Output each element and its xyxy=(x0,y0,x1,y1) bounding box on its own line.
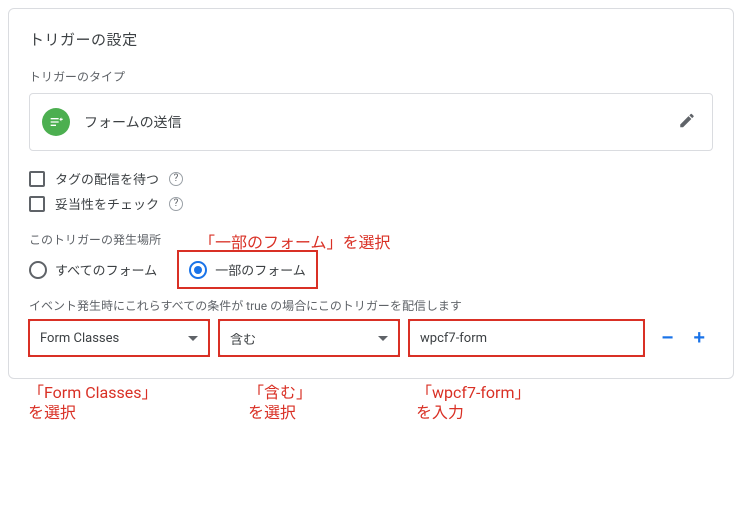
condition-row-wrap: Form Classes 含む wpcf7-form − + xyxy=(29,320,713,356)
form-submit-icon xyxy=(42,108,70,136)
trigger-type-name: フォームの送信 xyxy=(84,112,182,132)
radio-all-forms[interactable]: すべてのフォーム xyxy=(29,260,157,279)
condition-value-input[interactable]: wpcf7-form xyxy=(409,320,644,356)
radio-icon xyxy=(189,261,207,279)
radio-icon xyxy=(29,261,47,279)
help-icon[interactable]: ? xyxy=(169,172,183,186)
trigger-config-card: トリガーの設定 トリガーのタイプ フォームの送信 タグの配信を待つ ? 妥当性を… xyxy=(8,8,734,379)
radio-some-forms-label: 一部のフォーム xyxy=(215,260,306,279)
radio-all-forms-label: すべてのフォーム xyxy=(55,260,157,279)
trigger-type-label: トリガーのタイプ xyxy=(29,68,713,85)
chevron-down-icon xyxy=(378,336,388,341)
chevron-down-icon xyxy=(188,336,198,341)
condition-description: イベント発生時にこれらすべての条件が true の場合にこのトリガーを配信します xyxy=(29,297,713,314)
condition-variable-select[interactable]: Form Classes xyxy=(29,320,209,356)
annotation-value-text: 「wpcf7-form」を入力 xyxy=(416,383,596,423)
fires-on-radiogroup: すべてのフォーム 一部のフォーム xyxy=(29,256,713,283)
condition-value-text: wpcf7-form xyxy=(420,331,487,346)
annotation-form-classes-text: 「Form Classes」を選択 xyxy=(28,383,228,423)
radio-some-forms[interactable]: 一部のフォーム xyxy=(181,256,314,283)
check-validation-row: 妥当性をチェック ? xyxy=(29,194,713,213)
bottom-annotations: 「Form Classes」を選択 「含む」を選択 「wpcf7-form」を入… xyxy=(8,379,734,439)
card-title: トリガーの設定 xyxy=(29,29,713,50)
fires-on-section: 「一部のフォーム」を選択 このトリガーの発生場所 すべてのフォーム 一部のフォー… xyxy=(29,231,713,283)
wait-for-tags-row: タグの配信を待つ ? xyxy=(29,169,713,188)
edit-trigger-type-button[interactable] xyxy=(672,106,702,139)
wait-for-tags-label: タグの配信を待つ xyxy=(55,169,159,188)
trigger-type-row: フォームの送信 xyxy=(29,93,713,151)
check-validation-label: 妥当性をチェック xyxy=(55,194,159,213)
annotation-operator-text: 「含む」を選択 xyxy=(248,383,368,423)
remove-condition-button[interactable]: − xyxy=(658,328,678,348)
pencil-icon xyxy=(678,112,696,130)
condition-row: Form Classes 含む wpcf7-form − + xyxy=(29,320,713,356)
check-validation-checkbox[interactable] xyxy=(29,196,45,212)
condition-operator-value: 含む xyxy=(230,329,256,348)
wait-for-tags-checkbox[interactable] xyxy=(29,171,45,187)
condition-operator-select[interactable]: 含む xyxy=(219,320,399,356)
condition-add-remove: − + xyxy=(654,320,713,356)
add-condition-button[interactable]: + xyxy=(689,328,709,348)
condition-variable-value: Form Classes xyxy=(40,331,119,346)
help-icon[interactable]: ? xyxy=(169,197,183,211)
fires-on-label: このトリガーの発生場所 xyxy=(29,231,713,248)
